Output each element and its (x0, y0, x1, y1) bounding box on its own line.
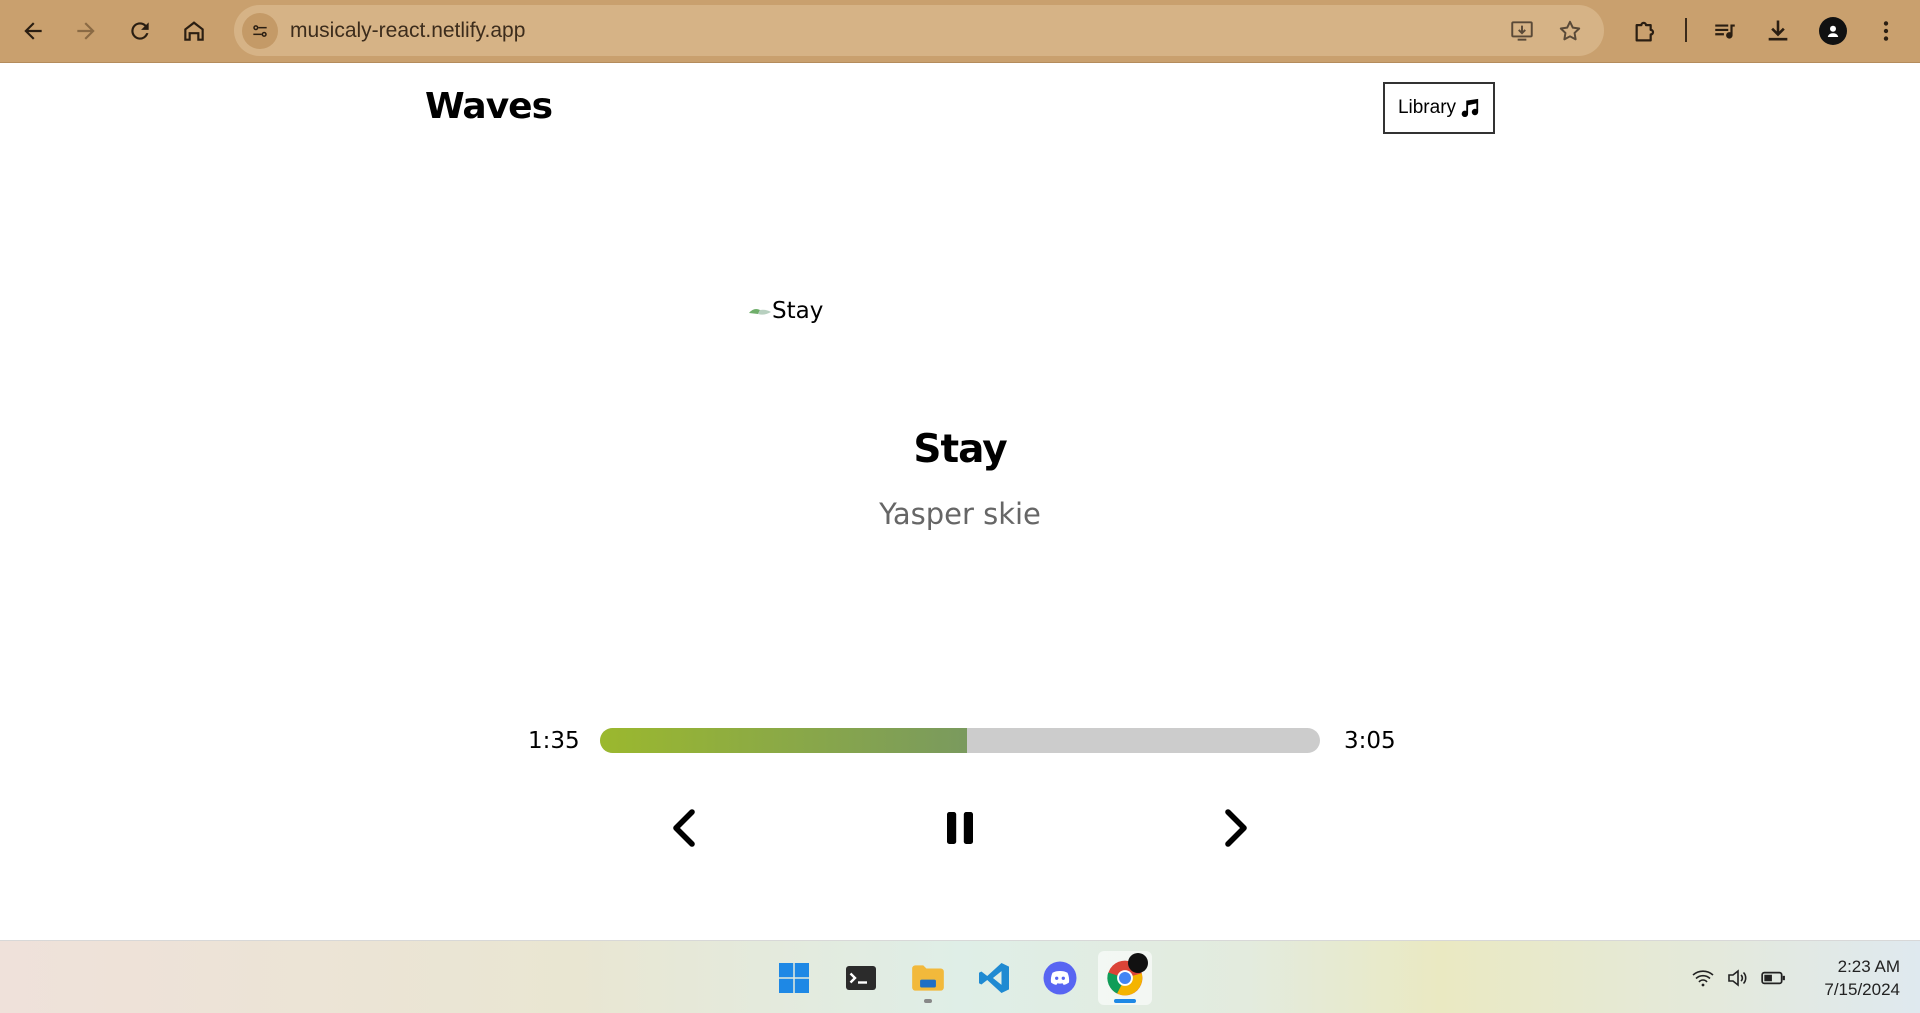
profile-badge-icon (1128, 953, 1148, 973)
puzzle-icon (1635, 21, 1655, 42)
browser-menu-button[interactable] (1868, 13, 1904, 49)
chevron-left-icon (673, 809, 695, 847)
arrow-left-icon (24, 22, 42, 40)
url-text[interactable]: musicaly-react.netlify.app (290, 19, 525, 43)
active-indicator (1114, 999, 1136, 1003)
taskbar-chrome[interactable] (1098, 951, 1152, 1005)
pause-button[interactable] (932, 800, 988, 856)
reload-button[interactable] (119, 10, 161, 52)
taskbar-terminal[interactable] (834, 951, 888, 1005)
toolbar-divider (1685, 18, 1687, 42)
previous-button[interactable] (658, 800, 714, 856)
pause-icon (947, 812, 973, 844)
back-button[interactable] (12, 10, 54, 52)
battery-icon[interactable] (1760, 965, 1786, 991)
star-icon (1559, 20, 1581, 41)
taskbar-discord[interactable] (1033, 951, 1087, 1005)
library-button-label: Library (1397, 97, 1457, 118)
running-indicator (924, 999, 932, 1003)
taskbar: 2:23 AM 7/15/2024 (0, 940, 1920, 1013)
album-cover-alt-text: Stay (772, 298, 824, 324)
taskbar-vscode[interactable] (967, 951, 1021, 1005)
windows-icon (779, 963, 809, 993)
queue-music-icon (1715, 24, 1735, 39)
forward-button[interactable] (65, 10, 107, 52)
discord-icon (1043, 961, 1077, 995)
taskbar-file-explorer[interactable] (901, 951, 955, 1005)
start-button[interactable] (767, 951, 821, 1005)
broken-image-icon (749, 309, 771, 315)
volume-icon[interactable] (1725, 965, 1751, 991)
album-cover: Stay (748, 298, 823, 324)
clock-date: 7/15/2024 (1824, 980, 1900, 999)
profile-button[interactable] (1815, 13, 1851, 49)
bookmark-button[interactable] (1556, 17, 1584, 45)
home-icon (184, 21, 204, 41)
reload-icon (131, 22, 149, 40)
site-info-button[interactable] (242, 13, 278, 49)
song-artist: Yasper skie (879, 497, 1041, 531)
downloads-button[interactable] (1760, 13, 1796, 49)
extensions-button[interactable] (1628, 13, 1664, 49)
home-button[interactable] (173, 10, 215, 52)
next-button[interactable] (1206, 800, 1262, 856)
wifi-icon[interactable] (1690, 965, 1716, 991)
terminal-icon (846, 966, 876, 990)
install-icon (1511, 21, 1533, 41)
progress-fill (600, 728, 968, 753)
tune-icon (253, 25, 267, 37)
library-button[interactable]: Library (1383, 82, 1495, 134)
clock-time: 2:23 AM (1837, 957, 1900, 976)
system-clock[interactable]: 2:23 AM 7/15/2024 (1800, 955, 1900, 1001)
address-bar[interactable]: musicaly-react.netlify.app (234, 5, 1604, 56)
chevron-right-icon (1225, 809, 1247, 847)
current-time: 1:35 (528, 728, 580, 754)
install-app-button[interactable] (1508, 17, 1536, 45)
avatar (1819, 17, 1847, 45)
browser-toolbar: musicaly-react.netlify.app (0, 0, 1920, 63)
music-note-icon (1461, 98, 1479, 118)
media-controls-button[interactable] (1707, 13, 1743, 49)
app-brand: Waves (425, 86, 553, 127)
arrow-right-icon (77, 22, 95, 40)
download-icon (1768, 20, 1788, 41)
more-vertical-icon (1883, 21, 1889, 41)
vscode-icon (979, 963, 1009, 993)
user-icon (1827, 25, 1839, 37)
duration: 3:05 (1344, 728, 1396, 754)
folder-icon (912, 965, 944, 991)
progress-slider[interactable] (600, 728, 1320, 753)
song-title: Stay (913, 427, 1007, 472)
